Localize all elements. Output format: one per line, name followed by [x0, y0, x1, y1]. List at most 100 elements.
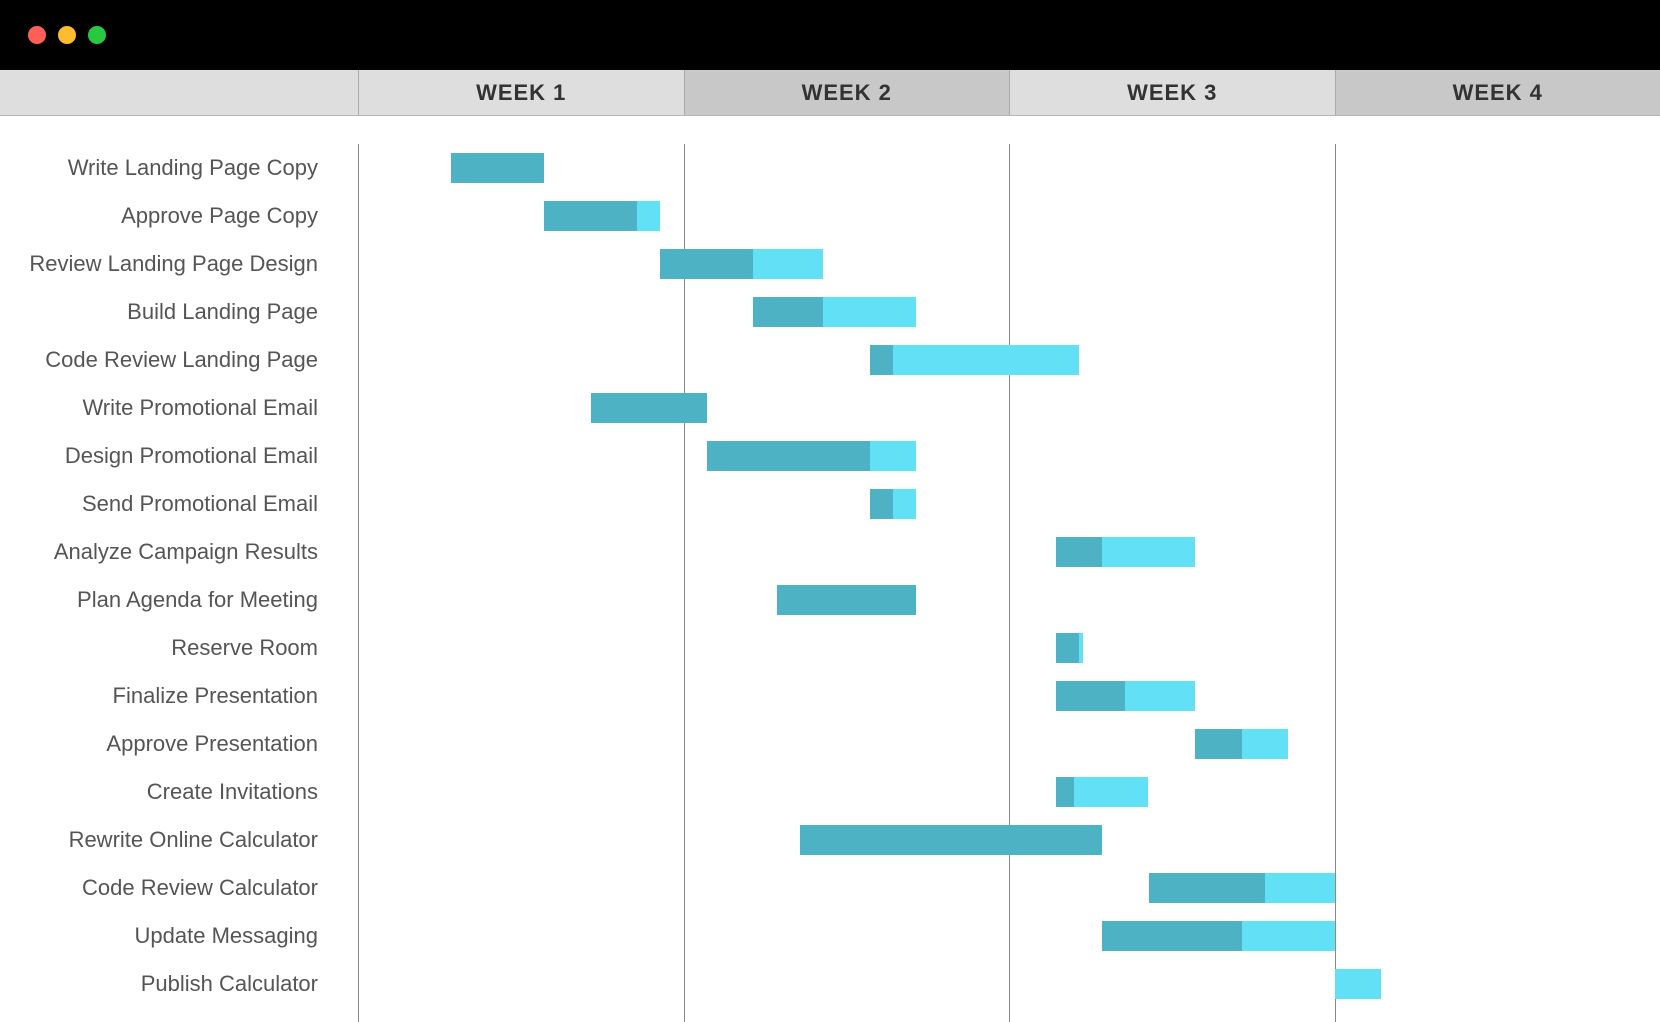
task-bar[interactable] [1056, 681, 1196, 711]
task-bar[interactable] [800, 825, 1102, 855]
task-bar-track [358, 384, 1660, 432]
timeline-header-spacer [0, 70, 358, 115]
task-row: Code Review Calculator [0, 864, 1660, 912]
task-bar-completed [870, 489, 893, 519]
chart-rows: Write Landing Page CopyApprove Page Copy… [0, 144, 1660, 1022]
task-bar-completed [870, 345, 893, 375]
task-row: Send Promotional Email [0, 480, 1660, 528]
task-bar-completed [660, 249, 753, 279]
task-row: Write Promotional Email [0, 384, 1660, 432]
task-bar-remaining [1265, 873, 1335, 903]
week-header-cell: WEEK 4 [1335, 70, 1660, 115]
task-row: Create Invitations [0, 768, 1660, 816]
task-bar[interactable] [1056, 777, 1149, 807]
task-bar-track [358, 336, 1660, 384]
task-bar-track [358, 432, 1660, 480]
task-bar-remaining [893, 345, 1079, 375]
zoom-icon[interactable] [88, 26, 106, 44]
task-bar-completed [1056, 777, 1075, 807]
task-label: Rewrite Online Calculator [0, 816, 338, 864]
task-bar[interactable] [1056, 537, 1196, 567]
task-label: Send Promotional Email [0, 480, 338, 528]
task-row: Reserve Room [0, 624, 1660, 672]
task-bar-track [358, 912, 1660, 960]
task-row: Approve Page Copy [0, 192, 1660, 240]
task-bar[interactable] [660, 249, 823, 279]
task-bar[interactable] [1149, 873, 1335, 903]
close-icon[interactable] [28, 26, 46, 44]
task-bar-track [358, 624, 1660, 672]
task-bar[interactable] [707, 441, 916, 471]
task-bar-remaining [637, 201, 660, 231]
task-bar-track [358, 864, 1660, 912]
task-bar-track [358, 672, 1660, 720]
task-bar-remaining [1079, 633, 1084, 663]
task-bar-track [358, 720, 1660, 768]
task-bar-track [358, 528, 1660, 576]
task-bar-completed [1056, 633, 1079, 663]
task-bar-completed [451, 153, 544, 183]
task-row: Plan Agenda for Meeting [0, 576, 1660, 624]
task-bar-track [358, 576, 1660, 624]
task-bar[interactable] [591, 393, 707, 423]
task-row: Review Landing Page Design [0, 240, 1660, 288]
task-bar[interactable] [777, 585, 917, 615]
task-bar-completed [591, 393, 707, 423]
task-bar-completed [1056, 537, 1103, 567]
week-columns: WEEK 1WEEK 2WEEK 3WEEK 4 [358, 70, 1660, 115]
task-row: Design Promotional Email [0, 432, 1660, 480]
task-bar-remaining [1242, 921, 1335, 951]
minimize-icon[interactable] [58, 26, 76, 44]
task-row: Build Landing Page [0, 288, 1660, 336]
task-bar-track [358, 288, 1660, 336]
task-label: Plan Agenda for Meeting [0, 576, 338, 624]
task-label: Finalize Presentation [0, 672, 338, 720]
task-label: Publish Calculator [0, 960, 338, 1008]
task-label: Analyze Campaign Results [0, 528, 338, 576]
task-bar-remaining [1102, 537, 1195, 567]
task-label: Review Landing Page Design [0, 240, 338, 288]
task-bar-completed [1149, 873, 1265, 903]
week-header-cell: WEEK 1 [358, 70, 684, 115]
task-row: Finalize Presentation [0, 672, 1660, 720]
task-label: Approve Page Copy [0, 192, 338, 240]
task-bar-completed [544, 201, 637, 231]
task-bar[interactable] [1102, 921, 1335, 951]
task-bar[interactable] [753, 297, 916, 327]
task-bar[interactable] [870, 489, 917, 519]
task-bar-completed [777, 585, 917, 615]
gantt-chart: Write Landing Page CopyApprove Page Copy… [0, 116, 1660, 1022]
timeline-header: WEEK 1WEEK 2WEEK 3WEEK 4 [0, 70, 1660, 116]
task-bar-track [358, 192, 1660, 240]
task-label: Write Landing Page Copy [0, 144, 338, 192]
task-bar[interactable] [1195, 729, 1288, 759]
week-header-cell: WEEK 3 [1009, 70, 1335, 115]
app-window: WEEK 1WEEK 2WEEK 3WEEK 4 Write Landing P… [0, 0, 1660, 1022]
task-bar-remaining [753, 249, 823, 279]
task-bar-track [358, 768, 1660, 816]
week-header-cell: WEEK 2 [684, 70, 1010, 115]
task-label: Approve Presentation [0, 720, 338, 768]
task-bar-completed [707, 441, 870, 471]
task-bar-completed [1102, 921, 1242, 951]
task-bar-track [358, 144, 1660, 192]
task-bar[interactable] [1335, 969, 1382, 999]
window-titlebar [0, 0, 1660, 70]
task-bar[interactable] [451, 153, 544, 183]
task-bar[interactable] [870, 345, 1079, 375]
task-bar-remaining [1335, 969, 1382, 999]
task-bar-track [358, 816, 1660, 864]
task-row: Update Messaging [0, 912, 1660, 960]
task-label: Write Promotional Email [0, 384, 338, 432]
task-bar-remaining [1242, 729, 1289, 759]
task-bar[interactable] [1056, 633, 1084, 663]
task-label: Design Promotional Email [0, 432, 338, 480]
window-traffic-lights [28, 26, 106, 44]
task-bar-completed [1056, 681, 1126, 711]
task-bar[interactable] [544, 201, 660, 231]
task-bar-remaining [823, 297, 916, 327]
task-bar-track [358, 480, 1660, 528]
task-label: Code Review Calculator [0, 864, 338, 912]
task-bar-track [358, 240, 1660, 288]
task-bar-remaining [1074, 777, 1148, 807]
